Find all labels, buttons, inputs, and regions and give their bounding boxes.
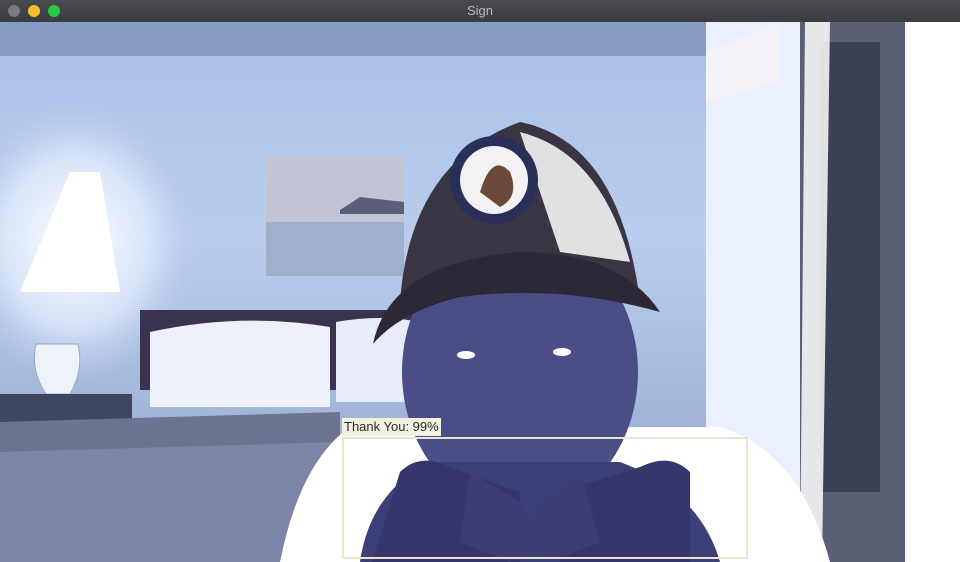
detection-bounding-box — [342, 437, 748, 559]
window-title: Sign — [466, 3, 494, 18]
title-bar[interactable]: Sign — [0, 0, 960, 23]
app-window: Sign Thank You: 99% — [0, 0, 960, 562]
camera-feed: Thank You: 99% — [0, 22, 960, 562]
detection-label: Thank You: 99% — [342, 418, 441, 436]
